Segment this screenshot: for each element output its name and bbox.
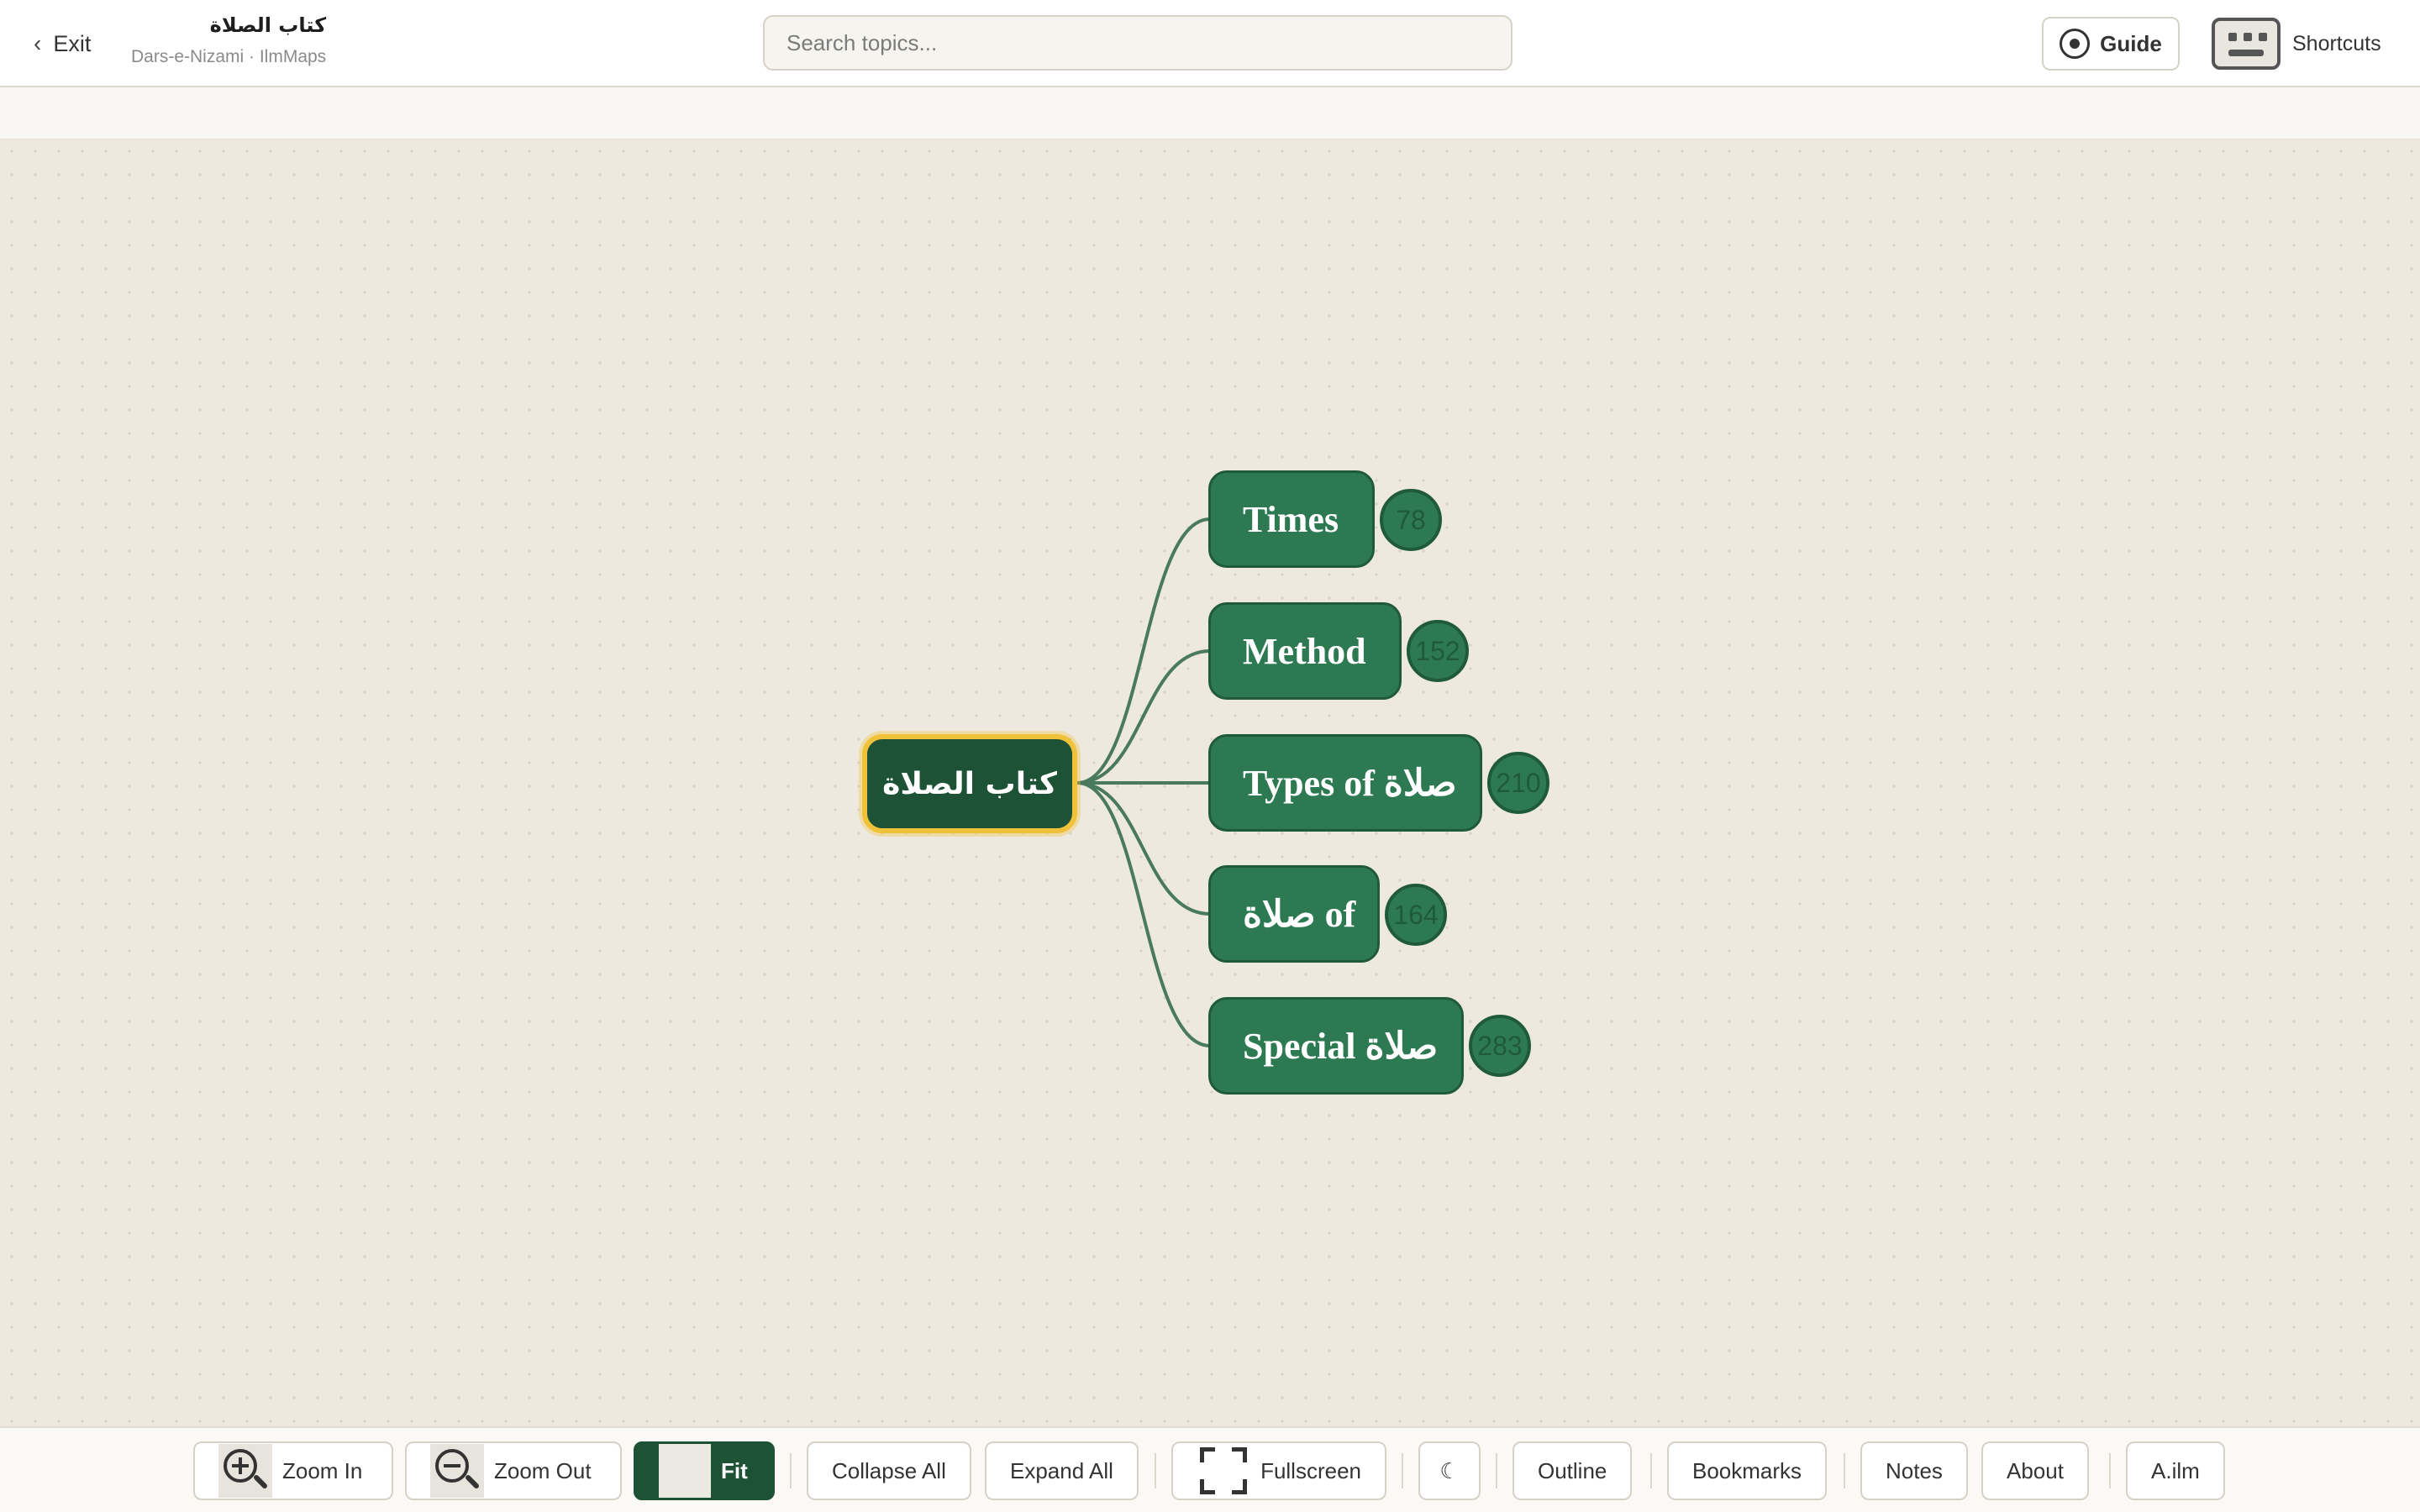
fullscreen-button[interactable]: Fullscreen [1171, 1441, 1386, 1500]
theme-toggle-button[interactable]: ☾ [1418, 1441, 1481, 1500]
count-badge: 283 [1469, 1015, 1531, 1077]
compass-icon [2060, 29, 2091, 59]
child-node-label: Times [1243, 498, 1339, 540]
page-subtitle: Dars-e-Nizami · IlmMaps [131, 47, 327, 66]
expand-all-button[interactable]: Expand All [985, 1441, 1139, 1500]
shortcuts-label: Shortcuts [2292, 31, 2381, 55]
toolbar-divider [1155, 1453, 1156, 1488]
toolbar-divider [1844, 1453, 1845, 1488]
notes-button[interactable]: Notes [1860, 1441, 1968, 1500]
exit-button[interactable]: ‹ Exit [34, 29, 91, 59]
exit-label: Exit [53, 30, 92, 56]
child-node-of[interactable]: صلاة of [1208, 865, 1380, 963]
child-node-label: Types of صلاة [1243, 762, 1457, 804]
toolbar-divider [1402, 1453, 1403, 1488]
top-header: ‹ Exit كتاب الصلاة Dars-e-Nizami · IlmMa… [0, 0, 2420, 87]
fullscreen-icon [1197, 1444, 1250, 1498]
child-node-times[interactable]: Times [1208, 470, 1375, 568]
bottom-toolbar: Zoom In Zoom Out Fit Collapse All Expand… [0, 1426, 2420, 1512]
search-input[interactable] [763, 15, 1512, 71]
shortcuts-button[interactable]: Shortcuts [2212, 17, 2381, 71]
child-node-method[interactable]: Method [1208, 602, 1402, 700]
outline-button[interactable]: Outline [1512, 1441, 1633, 1500]
root-node-label: كتاب الصلاة [882, 766, 1057, 801]
toolbar-divider [1650, 1453, 1652, 1488]
child-node-label: Special صلاة [1243, 1025, 1439, 1067]
fit-button[interactable]: Fit [634, 1441, 775, 1500]
count-badge: 78 [1380, 489, 1442, 551]
zoom-out-button[interactable]: Zoom Out [405, 1441, 622, 1500]
brand-button[interactable]: A.ilm [2126, 1441, 2225, 1500]
guide-label: Guide [2100, 30, 2162, 56]
fit-icon [659, 1444, 711, 1498]
child-node-label: صلاة of [1243, 893, 1356, 935]
child-node-types[interactable]: Types of صلاة [1208, 734, 1482, 832]
count-badge: 152 [1407, 620, 1469, 682]
count-badge: 164 [1385, 884, 1447, 946]
toolbar-divider [2109, 1453, 2111, 1488]
keyboard-icon [2212, 18, 2281, 70]
count-badge: 210 [1487, 752, 1549, 814]
bookmarks-button[interactable]: Bookmarks [1667, 1441, 1828, 1500]
collapse-all-button[interactable]: Collapse All [807, 1441, 971, 1500]
guide-button[interactable]: Guide [2042, 17, 2180, 71]
page-title: كتاب الصلاة [209, 13, 327, 37]
child-node-label: Method [1243, 630, 1366, 672]
moon-icon: ☾ [1439, 1457, 1460, 1483]
toolbar-divider [1496, 1453, 1497, 1488]
child-node-special[interactable]: Special صلاة [1208, 997, 1464, 1095]
title-block: كتاب الصلاة Dars-e-Nizami · IlmMaps [131, 13, 326, 67]
zoom-out-icon [430, 1444, 484, 1498]
toolbar-divider [790, 1453, 792, 1488]
sub-toolbar-strip [0, 87, 2420, 139]
root-node[interactable]: كتاب الصلاة [862, 734, 1077, 833]
about-button[interactable]: About [1981, 1441, 2089, 1500]
zoom-in-button[interactable]: Zoom In [193, 1441, 393, 1500]
chevron-left-icon: ‹ [34, 30, 42, 56]
zoom-in-icon [218, 1444, 272, 1498]
